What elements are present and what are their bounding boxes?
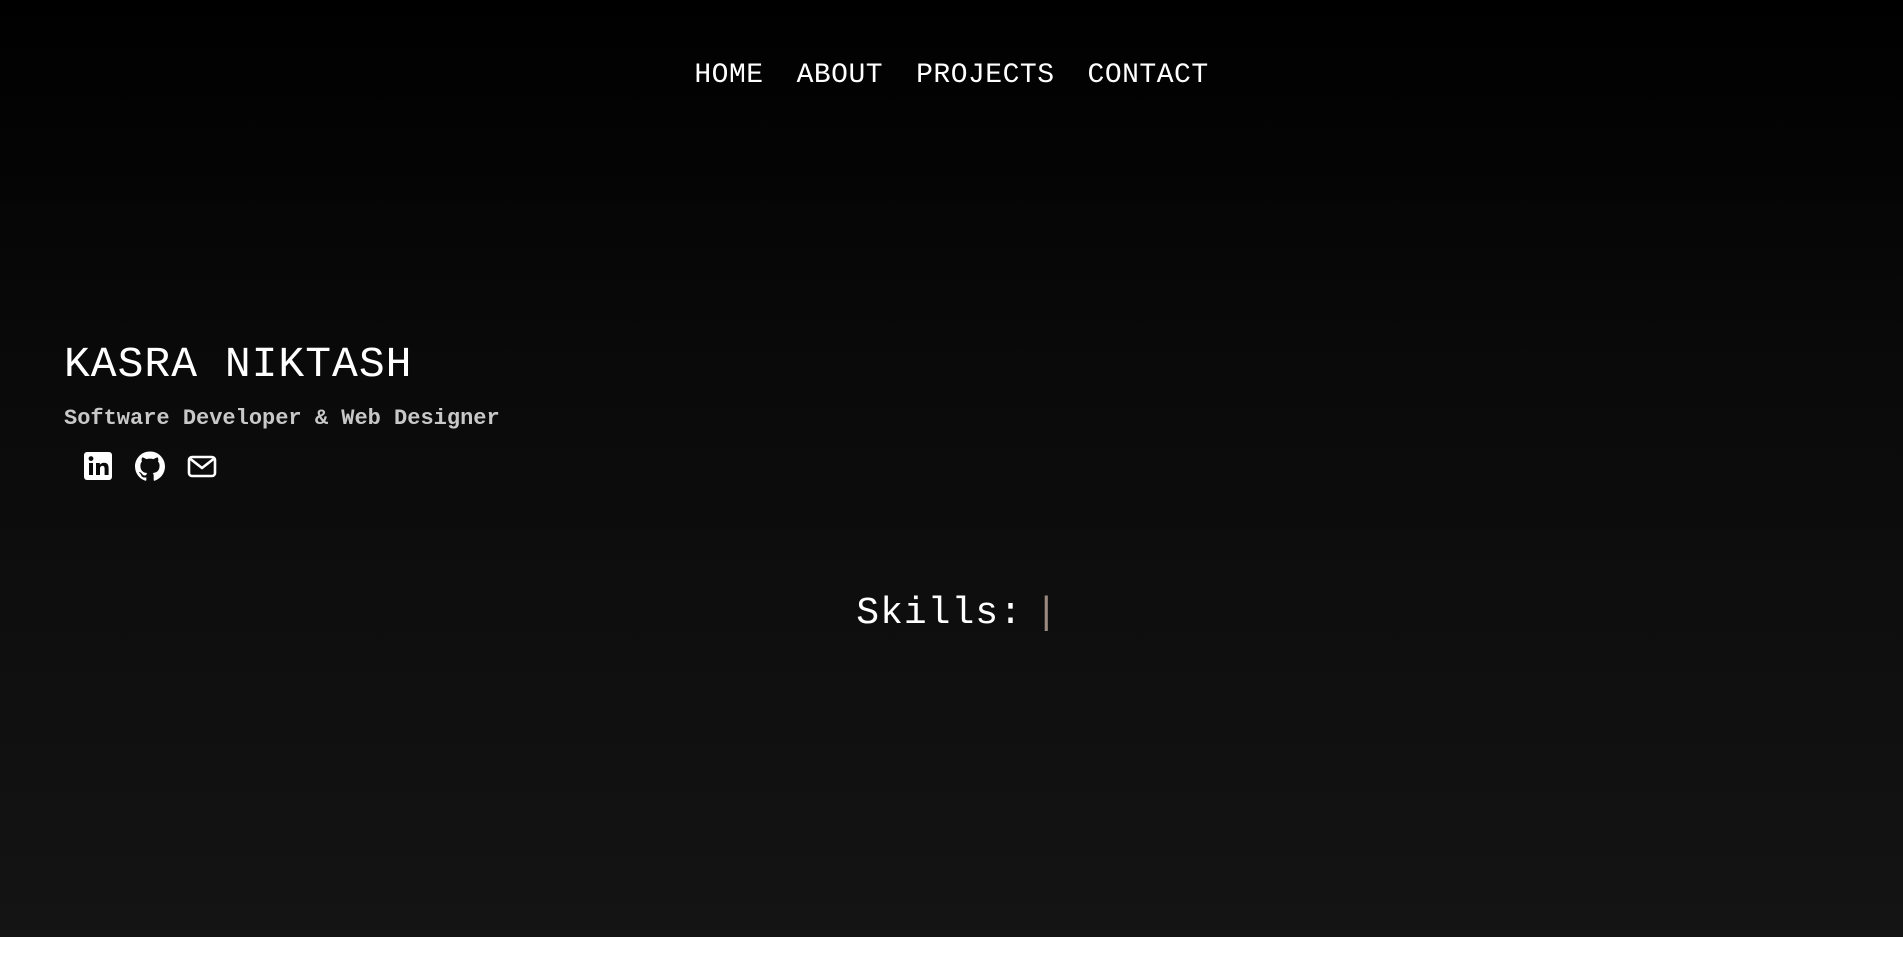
intro-block: KASRA NIKTASH Software Developer & Web D… [64,338,500,482]
linkedin-link[interactable] [82,450,114,482]
social-links [82,450,500,482]
subtitle: Software Developer & Web Designer [64,406,500,431]
nav-home-link[interactable]: HOME [694,58,763,94]
page-title: KASRA NIKTASH [64,340,413,389]
mail-icon [186,450,218,482]
github-link[interactable] [134,450,166,482]
skills-label: Skills: [856,592,1023,635]
github-icon [134,450,166,482]
skills-typewriter: Skills: | [0,590,1903,638]
typing-cursor: | [1034,592,1059,635]
linkedin-icon [82,450,114,482]
hero-section: HOME ABOUT PROJECTS CONTACT KASRA NIKTAS… [0,0,1903,937]
nav-about-link[interactable]: ABOUT [797,58,884,94]
nav-contact-link[interactable]: CONTACT [1088,58,1209,94]
email-link[interactable] [186,450,218,482]
nav-projects-link[interactable]: PROJECTS [916,58,1054,94]
main-nav: HOME ABOUT PROJECTS CONTACT [0,58,1903,94]
